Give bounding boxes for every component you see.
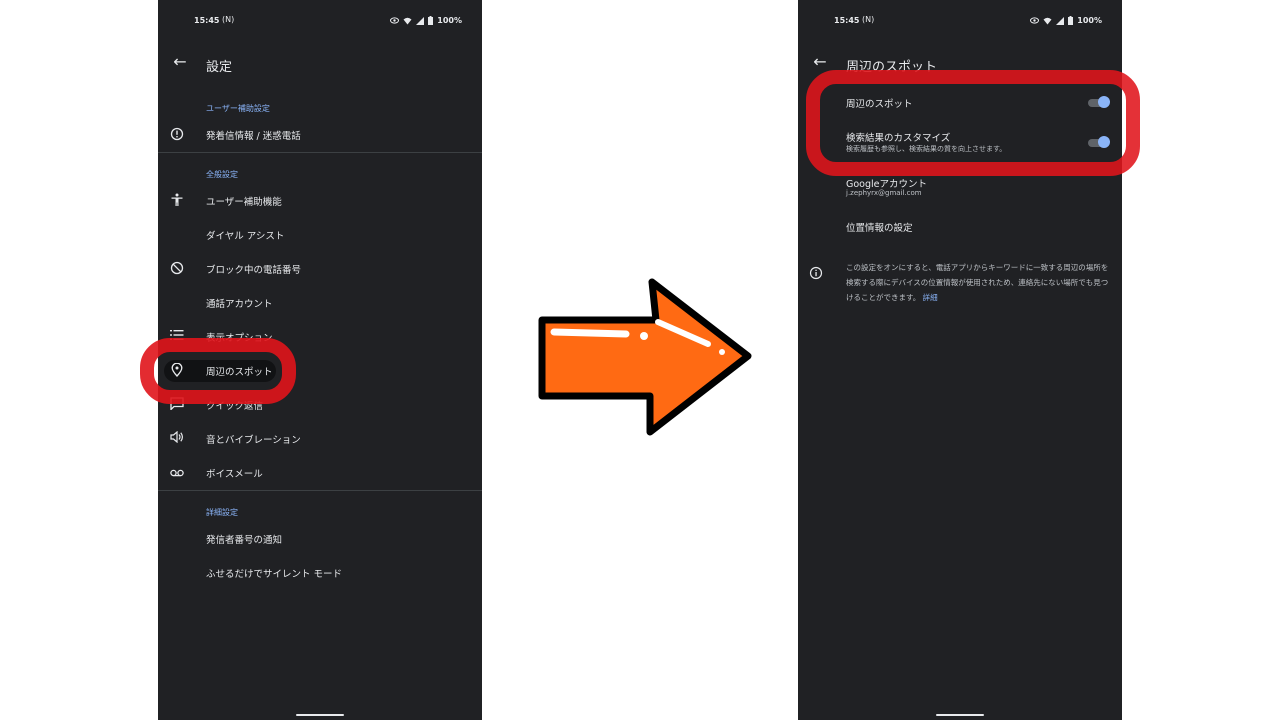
voicemail-icon [168,465,186,481]
battery-percent: 100% [1077,16,1102,25]
settings-item-blocked-numbers[interactable]: ブロック中の電話番号 [158,254,482,284]
signal-icon [416,16,425,25]
settings-item-label: 発着信情報 / 迷惑電話 [206,131,301,142]
settings-item-label: ユーザー補助機能 [206,197,282,208]
block-icon [168,261,186,277]
section-header-advanced: 詳細設定 [206,508,238,517]
battery-percent: 100% [437,16,462,25]
status-bar: 15:45 (N) 100% [798,14,1122,30]
status-bar: 15:45 (N) 100% [158,14,482,30]
back-arrow-icon[interactable]: ← [810,52,830,71]
page-title: 設定 [206,60,233,75]
info-text: この設定をオンにすると、電話アプリからキーワードに一致する周辺の場所を検索する際… [846,263,1109,302]
account-label: Googleアカウント [846,179,928,190]
settings-item-voicemail[interactable]: ボイスメール [158,458,482,488]
info-circle-icon [168,127,186,143]
nfc-icon: (N) [862,15,875,24]
settings-item-caller-id-spam[interactable]: 発着信情報 / 迷惑電話 [158,120,482,150]
settings-item-label: ブロック中の電話番号 [206,265,302,276]
highlight-annotation-toggles [806,70,1140,176]
battery-icon [428,16,434,25]
status-time: 15:45 [834,16,860,25]
status-time: 15:45 [194,16,220,25]
nfc-icon: (N) [222,15,235,24]
settings-item-label: ダイヤル アシスト [206,231,285,242]
info-description: この設定をオンにすると、電話アプリからキーワードに一致する周辺の場所を検索する際… [846,260,1110,305]
divider [158,152,482,153]
wifi-icon [403,17,412,24]
settings-item-label: ボイスメール [206,469,263,480]
battery-icon [1068,16,1074,25]
back-arrow-icon[interactable]: ← [170,52,190,71]
settings-item-label: ふせるだけでサイレント モード [206,569,343,580]
settings-item-label: 音とバイブレーション [206,435,301,446]
location-settings-label: 位置情報の設定 [846,223,913,234]
volume-icon [168,430,186,447]
settings-item-flip-to-silence[interactable]: ふせるだけでサイレント モード [158,558,482,588]
settings-item-accessibility[interactable]: ユーザー補助機能 [158,186,482,216]
app-bar: ← 設定 [158,52,482,76]
settings-item-sound-vibration[interactable]: 音とバイブレーション [158,424,482,454]
visibility-icon [1030,17,1040,24]
accessibility-icon [168,193,186,209]
right-arrow-icon [538,278,752,436]
settings-item-caller-id[interactable]: 発信者番号の通知 [158,524,482,554]
visibility-icon [390,17,400,24]
signal-icon [1056,16,1065,25]
highlight-annotation-nearby [140,338,296,404]
gesture-nav-bar[interactable] [296,714,344,716]
wifi-icon [1043,17,1052,24]
account-email: j.zephyrx@gmail.com [846,189,922,197]
section-header-accessibility: ユーザー補助設定 [206,104,270,113]
location-settings-row[interactable]: 位置情報の設定 [798,212,1122,242]
settings-item-dial-assist[interactable]: ダイヤル アシスト [158,220,482,250]
learn-more-link[interactable]: 詳細 [923,293,938,302]
settings-item-label: 発信者番号の通知 [206,535,283,546]
divider [158,490,482,491]
settings-item-calling-accounts[interactable]: 通話アカウント [158,288,482,318]
gesture-nav-bar[interactable] [936,714,984,716]
section-header-general: 全般設定 [206,170,238,179]
settings-item-label: 通話アカウント [206,299,273,310]
info-icon [809,265,823,284]
